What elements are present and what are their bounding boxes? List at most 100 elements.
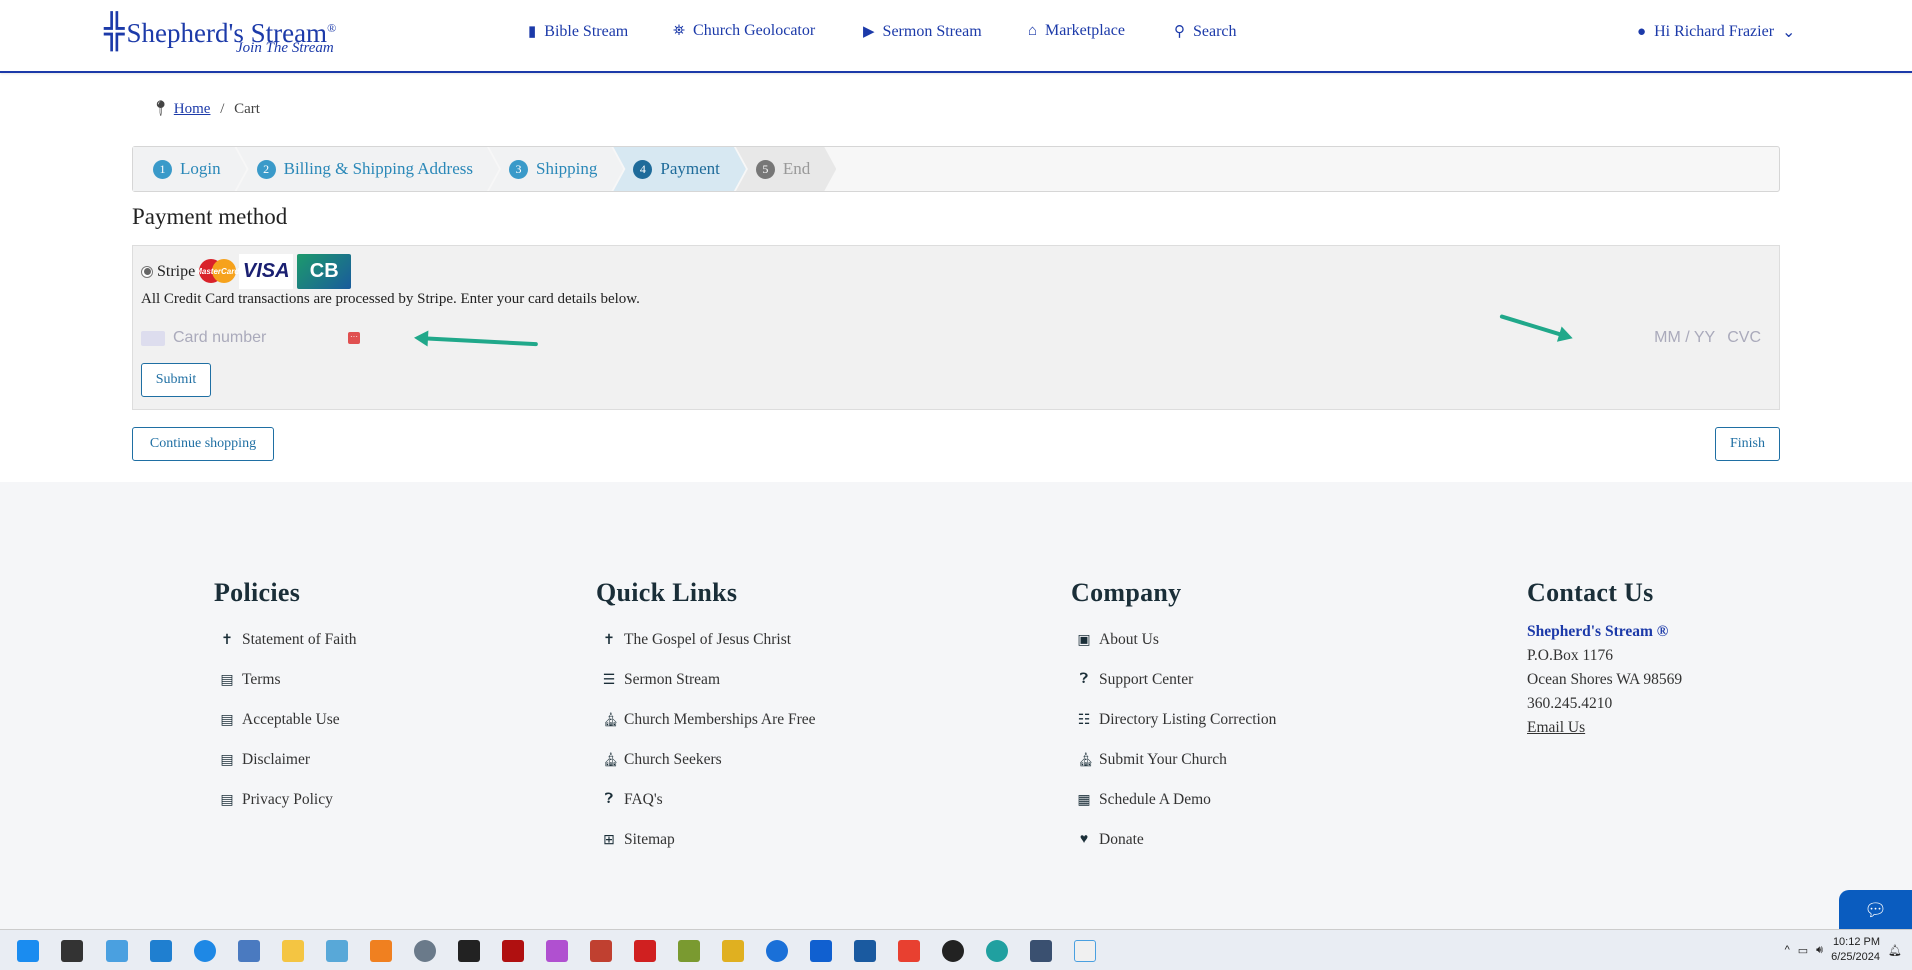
app-icon[interactable] bbox=[106, 940, 128, 962]
footer-link[interactable]: ⛪︎ Church Memberships Are Free bbox=[596, 700, 816, 740]
notification-icon[interactable]: 🔔︎ bbox=[1888, 944, 1902, 957]
clock[interactable]: 10:12 PM 6/25/2024 bbox=[1831, 935, 1880, 965]
footer-heading: Policies bbox=[214, 578, 301, 607]
link-label: Statement of Faith bbox=[242, 631, 357, 648]
link-label: Submit Your Church bbox=[1099, 751, 1227, 768]
folder-icon[interactable] bbox=[282, 940, 304, 962]
app-icon[interactable] bbox=[810, 940, 832, 962]
nav-marketplace[interactable]: ⌂ Marketplace bbox=[1028, 22, 1125, 40]
map-icon: ⛯ bbox=[673, 23, 686, 39]
nav-search[interactable]: ⚲ Search bbox=[1174, 22, 1237, 41]
user-menu[interactable]: ● Hi Richard Frazier ⌄ bbox=[1637, 22, 1795, 42]
app-icon[interactable] bbox=[194, 940, 216, 962]
stripe-option[interactable]: Stripe MasterCard VISA CB bbox=[141, 254, 352, 289]
donate-hand-icon: ♥ bbox=[1079, 832, 1089, 847]
app-icon[interactable] bbox=[722, 940, 744, 962]
network-icon[interactable]: ▭ bbox=[1798, 944, 1808, 957]
footer-link[interactable]: ✝ Statement of Faith bbox=[214, 620, 357, 660]
card-element[interactable]: Card number ··· MM / YY CVC bbox=[141, 326, 1771, 350]
app-icon[interactable] bbox=[854, 940, 876, 962]
footer-link[interactable]: ▤ Disclaimer bbox=[214, 740, 357, 780]
footer-heading: Contact Us bbox=[1527, 578, 1654, 607]
nav-church-geolocator[interactable]: ⛯ Church Geolocator bbox=[673, 22, 815, 40]
continue-shopping-button[interactable]: Continue shopping bbox=[132, 427, 274, 461]
contact-city: Ocean Shores WA 98569 bbox=[1527, 671, 1683, 688]
start-icon[interactable] bbox=[17, 940, 39, 962]
footer-link[interactable]: ⛪︎ Church Seekers bbox=[596, 740, 816, 780]
nav-bible-stream[interactable]: ▮ Bible Stream bbox=[528, 22, 628, 41]
link-label: Church Seekers bbox=[624, 751, 722, 768]
maps-icon[interactable] bbox=[766, 940, 788, 962]
link-label: Schedule A Demo bbox=[1099, 791, 1211, 808]
footer-link[interactable]: ⊞ Sitemap bbox=[596, 820, 816, 860]
footer-link[interactable]: ▦ Schedule A Demo bbox=[1071, 780, 1276, 820]
obs-icon[interactable] bbox=[942, 940, 964, 962]
notepad-icon[interactable] bbox=[326, 940, 348, 962]
step-number: 1 bbox=[153, 160, 172, 179]
nav-label: Search bbox=[1193, 22, 1237, 40]
contact-brand: Shepherd's Stream ® bbox=[1527, 623, 1669, 640]
footer-link[interactable]: ❓︎ FAQ's bbox=[596, 780, 816, 820]
step-payment[interactable]: 4 Payment bbox=[613, 147, 746, 191]
app-icon[interactable] bbox=[238, 940, 260, 962]
footer-link[interactable]: ▤ Acceptable Use bbox=[214, 700, 357, 740]
contact-email-link[interactable]: Email Us bbox=[1527, 719, 1585, 736]
footer-link[interactable]: ☰ Sermon Stream bbox=[596, 660, 816, 700]
footer-contact: Contact Us Shepherd's Stream ® P.O.Box 1… bbox=[1527, 578, 1682, 740]
document-icon: ▤ bbox=[220, 672, 234, 688]
finish-button[interactable]: Finish bbox=[1715, 427, 1780, 461]
church-icon: ⛪︎ bbox=[602, 712, 620, 728]
logo-tagline: Join The Stream bbox=[236, 40, 334, 56]
footer-link[interactable]: ⛪︎ Submit Your Church bbox=[1071, 740, 1276, 780]
app-icon[interactable] bbox=[590, 940, 612, 962]
settings-icon[interactable] bbox=[414, 940, 436, 962]
volume-icon[interactable]: 🔊︎ bbox=[1816, 944, 1823, 957]
stripe-radio[interactable] bbox=[141, 265, 153, 278]
app-icon[interactable] bbox=[458, 940, 480, 962]
breadcrumb-current: Cart bbox=[234, 101, 260, 117]
nav-sermon-stream[interactable]: ▶ Sermon Stream bbox=[863, 22, 982, 41]
submit-button[interactable]: Submit bbox=[141, 363, 211, 397]
payment-method-heading: Payment method bbox=[132, 204, 288, 229]
chat-icon: 💬︎ bbox=[1864, 899, 1887, 921]
autofill-icon[interactable]: ··· bbox=[348, 332, 360, 344]
cvc-input[interactable]: CVC bbox=[1727, 329, 1761, 347]
nav-label: Marketplace bbox=[1045, 22, 1125, 39]
site-header: ╬ Shepherd's Stream® Join The Stream ▮ Bi… bbox=[0, 0, 1912, 73]
app-icon[interactable] bbox=[1030, 940, 1052, 962]
app-icon[interactable] bbox=[634, 940, 656, 962]
mail-icon[interactable] bbox=[150, 940, 172, 962]
breadcrumb-home[interactable]: Home bbox=[174, 101, 211, 117]
filezilla-icon[interactable] bbox=[502, 940, 524, 962]
windows-taskbar: ^ ▭ 🔊︎ 10:12 PM 6/25/2024 🔔︎ bbox=[0, 929, 1912, 970]
step-shipping[interactable]: 3 Shipping bbox=[489, 147, 623, 191]
step-billing-shipping[interactable]: 2 Billing & Shipping Address bbox=[237, 147, 499, 191]
chat-button[interactable]: 💬︎ bbox=[1839, 890, 1912, 930]
app-icon[interactable] bbox=[678, 940, 700, 962]
step-login[interactable]: 1 Login bbox=[133, 147, 247, 191]
chevron-down-icon: ⌄ bbox=[1782, 24, 1796, 41]
expiry-input[interactable]: MM / YY bbox=[1654, 329, 1715, 347]
footer-link[interactable]: ▤ Privacy Policy bbox=[214, 780, 357, 820]
edge-icon[interactable] bbox=[986, 940, 1008, 962]
visa-logo: VISA bbox=[239, 254, 294, 289]
chevron-up-icon[interactable]: ^ bbox=[1785, 944, 1790, 956]
app-icon[interactable] bbox=[898, 940, 920, 962]
footer-link[interactable]: ☷ Directory Listing Correction bbox=[1071, 700, 1277, 740]
calendar-icon: ▦ bbox=[1077, 792, 1091, 808]
app-icon[interactable] bbox=[61, 940, 83, 962]
footer-link[interactable]: ♥ Donate bbox=[1071, 820, 1276, 860]
mail-open-icon[interactable] bbox=[1074, 940, 1096, 962]
app-icon[interactable] bbox=[546, 940, 568, 962]
document-icon: ▤ bbox=[220, 712, 234, 728]
footer-link[interactable]: ▣ About Us bbox=[1071, 620, 1276, 660]
vlc-icon[interactable] bbox=[370, 940, 392, 962]
footer-link[interactable]: ▤ Terms bbox=[214, 660, 357, 700]
card-number-input[interactable]: Card number bbox=[173, 329, 266, 347]
user-name: Hi Richard Frazier bbox=[1654, 23, 1775, 40]
site-logo[interactable]: ╬ Shepherd's Stream® Join The Stream bbox=[104, 14, 336, 56]
footer-link[interactable]: ❓︎ Support Center bbox=[1071, 660, 1276, 700]
stream-icon: ☰ bbox=[602, 672, 616, 688]
footer-link[interactable]: ✝ The Gospel of Jesus Christ bbox=[596, 620, 816, 660]
system-tray: ^ ▭ 🔊︎ 10:12 PM 6/25/2024 🔔︎ bbox=[1785, 935, 1902, 965]
